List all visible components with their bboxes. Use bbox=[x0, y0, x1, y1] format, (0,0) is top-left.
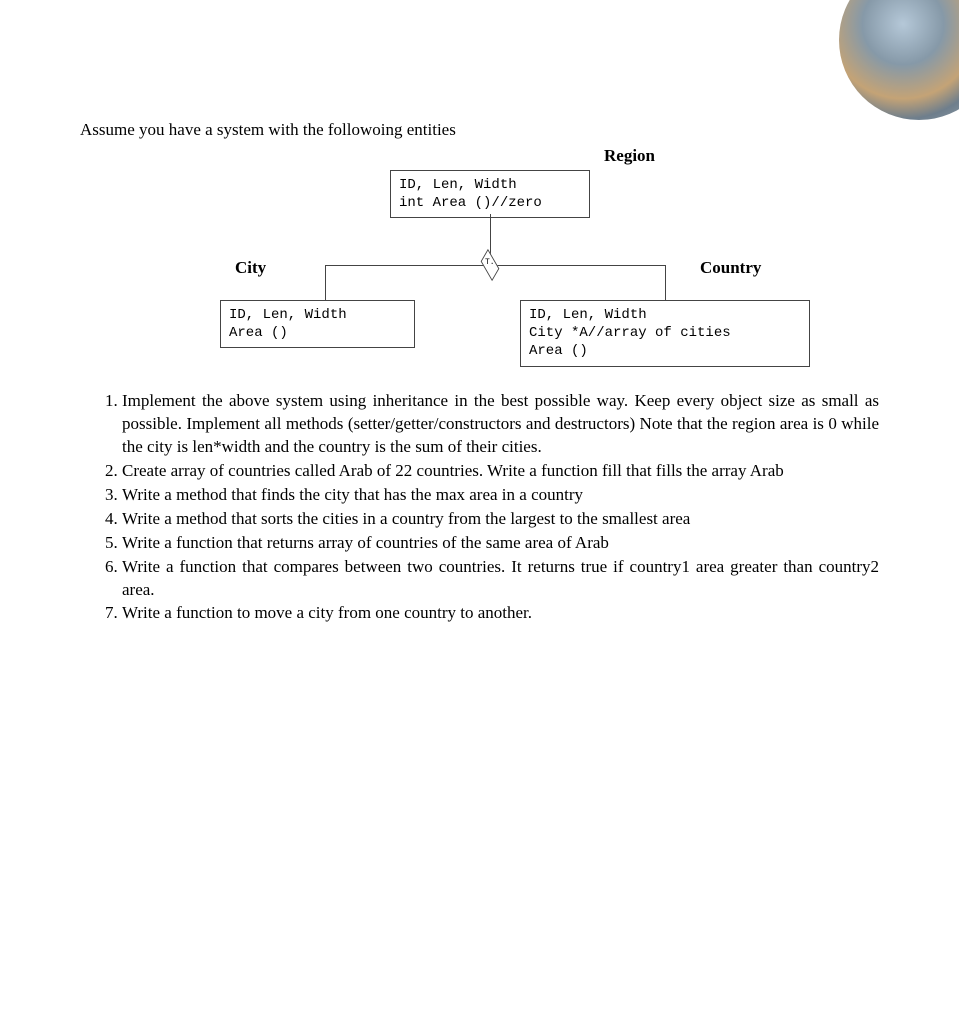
city-box: ID, Len, Width Area () bbox=[220, 300, 415, 348]
intro-text: Assume you have a system with the follow… bbox=[80, 120, 879, 140]
questions-list: Implement the above system using inherit… bbox=[80, 390, 879, 625]
city-box-line1: ID, Len, Width bbox=[229, 306, 406, 324]
region-box-line2: int Area ()//zero bbox=[399, 194, 581, 212]
country-box-line2: City *A//array of cities bbox=[529, 324, 801, 342]
country-heading: Country bbox=[700, 258, 761, 278]
connector-right-vertical bbox=[665, 265, 666, 300]
country-box-line1: ID, Len, Width bbox=[529, 306, 801, 324]
city-box-line2: Area () bbox=[229, 324, 406, 342]
diamond-label: T. bbox=[485, 258, 495, 267]
question-item: Write a method that sorts the cities in … bbox=[122, 508, 879, 531]
question-item: Write a function that compares between t… bbox=[122, 556, 879, 602]
question-item: Create array of countries called Arab of… bbox=[122, 460, 879, 483]
region-heading: Region bbox=[380, 146, 879, 166]
question-item: Write a method that finds the city that … bbox=[122, 484, 879, 507]
question-item: Write a function to move a city from one… bbox=[122, 602, 879, 625]
region-box-line1: ID, Len, Width bbox=[399, 176, 581, 194]
country-box: ID, Len, Width City *A//array of cities … bbox=[520, 300, 810, 367]
country-box-line3: Area () bbox=[529, 342, 801, 360]
question-item: Implement the above system using inherit… bbox=[122, 390, 879, 459]
document-page: Assume you have a system with the follow… bbox=[0, 0, 959, 1024]
entity-diagram: ID, Len, Width int Area ()//zero T. City… bbox=[80, 170, 879, 380]
region-box: ID, Len, Width int Area ()//zero bbox=[390, 170, 590, 218]
connector-left-vertical bbox=[325, 265, 326, 300]
decorative-photo bbox=[839, 0, 959, 120]
city-heading: City bbox=[235, 258, 266, 278]
question-item: Write a function that returns array of c… bbox=[122, 532, 879, 555]
